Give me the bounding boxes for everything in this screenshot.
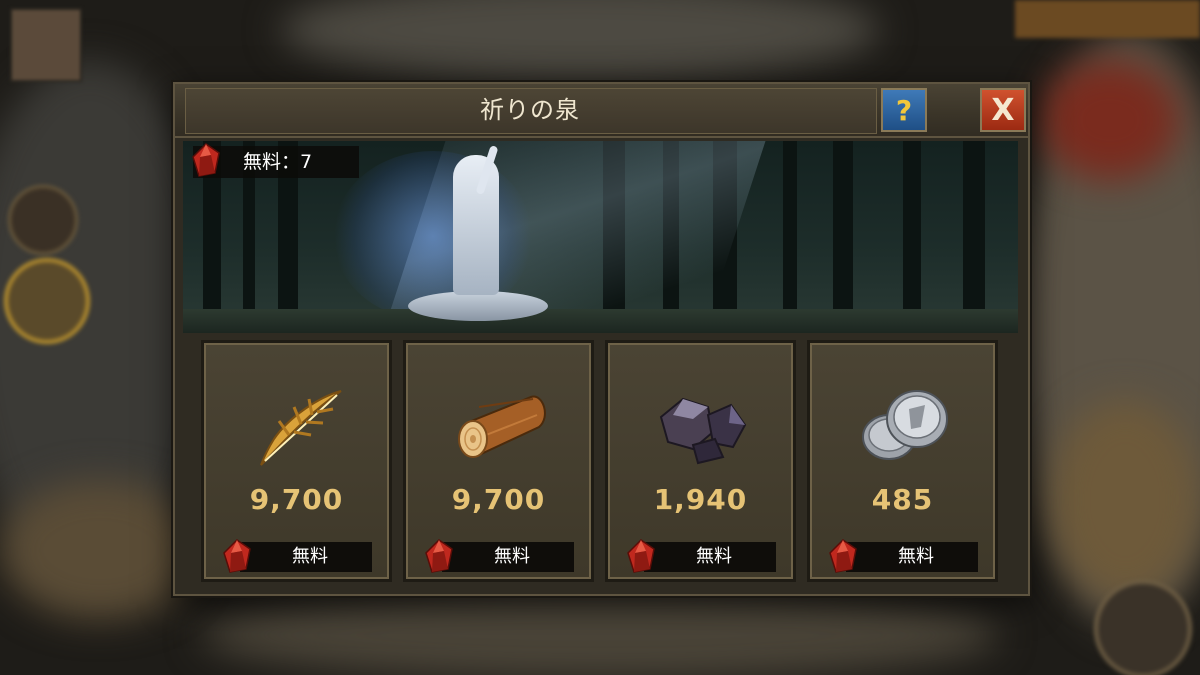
resource-amount: 1,940 [653,483,748,516]
resource-card-iron[interactable]: 1,940 無料 [605,340,796,582]
silver-coins-icon [862,390,948,460]
player-avatar [10,8,82,82]
hud-button [4,258,90,344]
cost-label: 無料 [696,546,732,567]
prayer-fountain-dialog: 祈りの泉 ? X 無料：7 9,700 無料 9,700 無料 1,940 無料… [173,82,1030,596]
resource-card-silver[interactable]: 485 無料 [807,340,998,582]
resource-amount: 9,700 [249,483,344,516]
hud-button [8,185,78,255]
dialog-titlebar: 祈りの泉 ? X [175,84,1028,138]
angel-statue [453,155,499,295]
cost-label: 無料 [292,546,328,567]
dialog-title: 祈りの泉 [480,96,580,124]
help-button[interactable]: ? [881,88,927,132]
question-icon: ? [895,93,913,127]
fountain-basin [408,291,548,321]
cost-label: 無料 [494,546,530,567]
red-gem-icon [192,143,220,177]
resource-card-food[interactable]: 9,700 無料 [201,340,392,582]
free-claim-button[interactable]: 無料 [829,539,978,573]
free-count-text: 無料：7 [243,151,313,173]
free-claim-button[interactable]: 無料 [627,539,776,573]
golden-leaf-icon [260,390,342,466]
free-count-badge: 無料：7 [192,143,359,178]
hud-resource-bar [1015,0,1200,38]
hud-button [1094,580,1192,675]
resource-card-wood[interactable]: 9,700 無料 [403,340,594,582]
resource-amount: 485 [871,483,934,516]
free-claim-button[interactable]: 無料 [223,539,372,573]
log-icon [458,395,546,458]
close-icon: X [991,92,1015,128]
resource-amount: 9,700 [451,483,546,516]
close-button[interactable]: X [980,88,1026,132]
ore-icon [659,397,747,465]
free-claim-button[interactable]: 無料 [425,539,574,573]
cost-label: 無料 [898,546,934,567]
